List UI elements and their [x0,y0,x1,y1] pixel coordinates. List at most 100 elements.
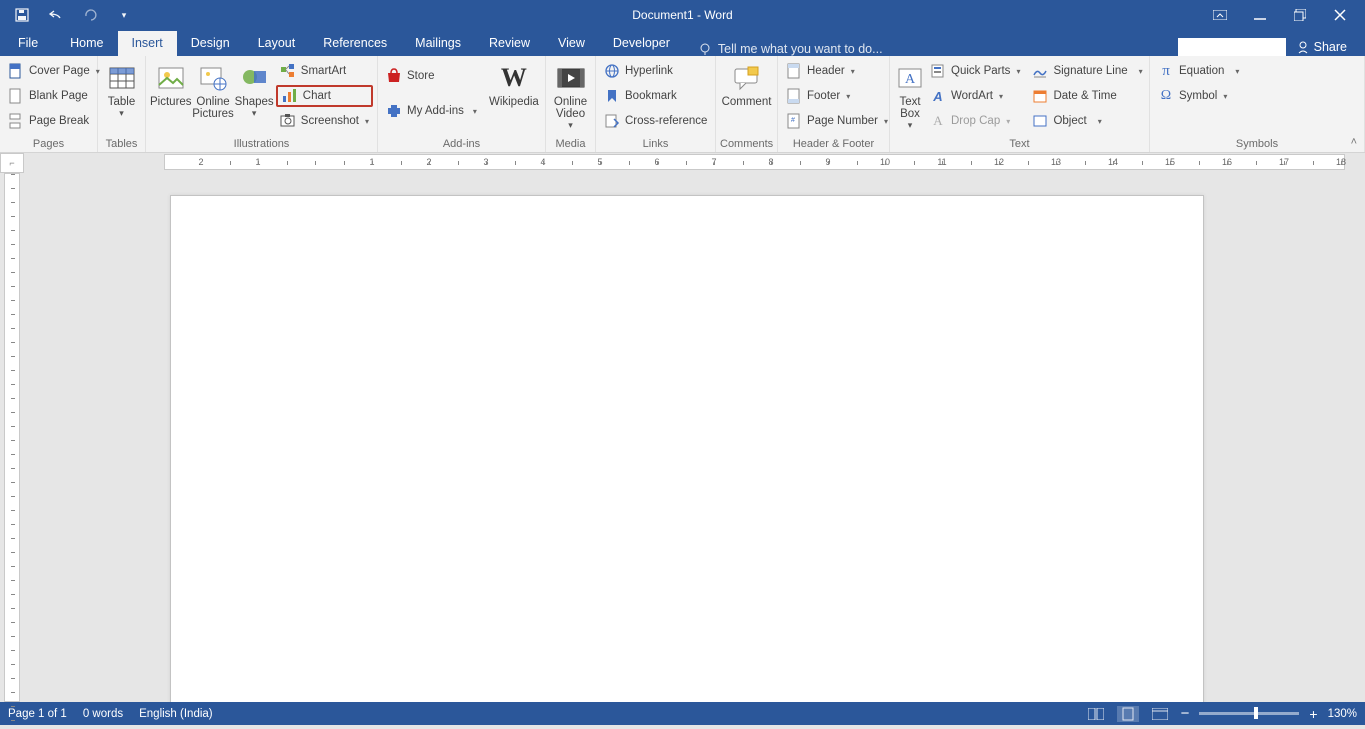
horizontal-ruler[interactable]: 21123456789101112131415161718 [24,153,1365,173]
tab-design[interactable]: Design [177,31,244,56]
close-icon[interactable] [1333,8,1347,22]
print-layout-icon[interactable] [1117,706,1139,722]
share-area: Share [1178,38,1365,56]
page-number-label: Page Number [807,115,878,127]
equation-icon: π [1158,63,1174,79]
tab-references[interactable]: References [309,31,401,56]
vertical-ruler[interactable] [0,173,24,702]
wikipedia-button[interactable]: W Wikipedia [487,59,541,108]
svg-text:#: # [791,117,795,124]
blank-page-label: Blank Page [29,90,88,102]
window-controls [1213,8,1365,22]
page-area[interactable] [24,173,1365,702]
cross-reference-button[interactable]: Cross-reference [600,110,711,132]
tell-me-search[interactable]: Tell me what you want to do... [698,42,883,56]
status-page[interactable]: Page 1 of 1 [8,708,67,720]
signature-line-icon [1032,63,1048,79]
text-box-label: Text Box [894,96,926,120]
header-icon [786,63,802,79]
comment-button[interactable]: Comment [720,59,773,108]
group-illustrations: Pictures Online Pictures Shapes ▾ SmartA… [146,56,378,152]
chart-button[interactable]: Chart [276,85,373,107]
my-addins-button[interactable]: My Add-ins▾ [382,100,481,122]
web-layout-icon[interactable] [1149,706,1171,722]
group-symbols: πEquation▾ ΩSymbol▾ Symbols [1150,56,1365,152]
tab-mailings[interactable]: Mailings [401,31,475,56]
undo-icon[interactable] [48,7,64,23]
my-addins-label: My Add-ins [407,105,464,117]
qat-customize-icon[interactable]: ▾ [116,7,132,23]
text-box-button[interactable]: A Text Box ▾ [894,59,926,131]
zoom-out-icon[interactable]: − [1181,705,1190,722]
footer-button[interactable]: Footer▾ [782,85,892,107]
group-illustrations-label: Illustrations [150,137,373,152]
tab-layout[interactable]: Layout [244,31,310,56]
tab-selector[interactable]: ⌐ [0,153,24,173]
maximize-icon[interactable] [1293,8,1307,22]
shapes-button[interactable]: Shapes ▾ [235,59,274,119]
page-number-button[interactable]: #Page Number▾ [782,110,892,132]
tab-review[interactable]: Review [475,31,544,56]
drop-cap-button[interactable]: ADrop Cap▾ [926,110,1024,132]
comment-icon [731,62,763,94]
screenshot-button[interactable]: Screenshot▾ [276,110,373,132]
cover-page-button[interactable]: Cover Page▾ [4,60,104,82]
smartart-button[interactable]: SmartArt [276,60,373,82]
page[interactable] [170,195,1204,702]
collapse-ribbon-icon[interactable]: ˄ [1351,136,1357,148]
my-addins-icon [386,103,402,119]
zoom-slider[interactable] [1199,712,1299,715]
shapes-label: Shapes [235,96,274,108]
pictures-button[interactable]: Pictures [150,59,192,108]
online-pictures-button[interactable]: Online Pictures [192,59,235,120]
group-tables-label: Tables [102,137,141,152]
group-comments-label: Comments [720,137,773,152]
online-pictures-label: Online Pictures [192,96,235,120]
store-label: Store [407,70,435,82]
object-icon [1032,113,1048,129]
wordart-button[interactable]: AWordArt▾ [926,85,1024,107]
cross-reference-icon [604,113,620,129]
hyperlink-button[interactable]: Hyperlink [600,60,711,82]
title-bar: ▾ Document1 - Word [0,0,1365,30]
ribbon-display-icon[interactable] [1213,8,1227,22]
table-label: Table [108,96,136,108]
document-area [0,173,1365,702]
zoom-in-icon[interactable]: + [1309,706,1317,722]
status-right: − + 130% [1085,705,1357,722]
equation-button[interactable]: πEquation▾ [1154,60,1243,82]
symbol-button[interactable]: ΩSymbol▾ [1154,85,1243,107]
bookmark-icon [604,88,620,104]
minimize-icon[interactable] [1253,8,1267,22]
page-break-button[interactable]: Page Break [4,110,104,132]
object-button[interactable]: Object▾ [1028,110,1146,132]
online-video-label: Online Video [550,96,591,120]
tab-home[interactable]: Home [56,31,117,56]
header-button[interactable]: Header▾ [782,60,892,82]
redo-icon[interactable] [82,7,98,23]
table-button[interactable]: Table ▾ [102,59,141,119]
group-text-label: Text [894,137,1145,152]
tab-developer[interactable]: Developer [599,31,684,56]
store-button[interactable]: Store [382,65,481,87]
share-button[interactable]: Share [1296,40,1347,54]
save-icon[interactable] [14,7,30,23]
online-video-button[interactable]: Online Video ▾ [550,59,591,131]
status-language[interactable]: English (India) [139,708,213,720]
signature-line-button[interactable]: Signature Line▾ [1028,60,1146,82]
blank-page-button[interactable]: Blank Page [4,85,104,107]
read-mode-icon[interactable] [1085,706,1107,722]
quick-parts-button[interactable]: Quick Parts▾ [926,60,1024,82]
bookmark-button[interactable]: Bookmark [600,85,711,107]
zoom-level[interactable]: 130% [1328,708,1357,720]
ruler-row: ⌐ 21123456789101112131415161718 [0,153,1365,173]
status-words[interactable]: 0 words [83,708,123,720]
tab-file[interactable]: File [0,31,56,56]
wordart-icon: A [930,88,946,104]
date-time-label: Date & Time [1053,90,1116,102]
cover-page-icon [8,63,24,79]
tab-insert[interactable]: Insert [118,31,177,56]
date-time-button[interactable]: Date & Time [1028,85,1146,107]
tab-view[interactable]: View [544,31,599,56]
search-input[interactable] [1178,38,1286,56]
